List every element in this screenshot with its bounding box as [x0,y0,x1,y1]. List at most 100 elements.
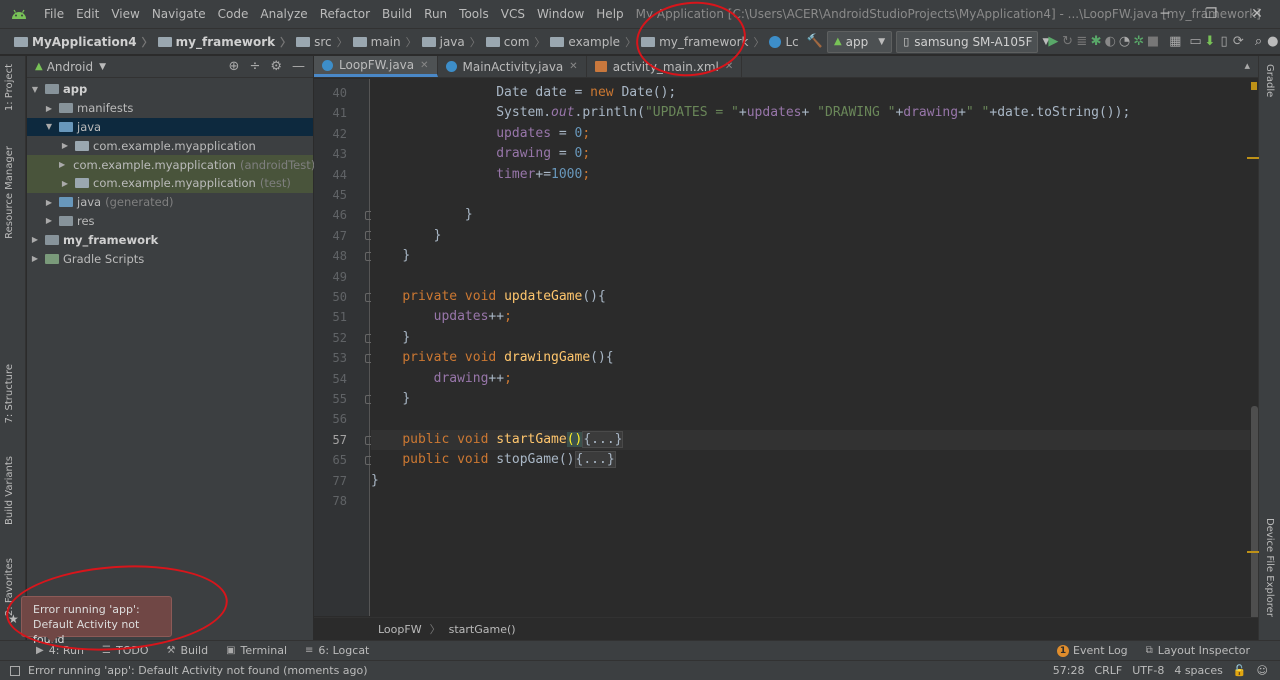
tree-node-java-generated[interactable]: ▶ java (generated) [27,193,313,212]
line-number: 56 [332,412,347,427]
menu-code[interactable]: Code [212,0,255,28]
tool-terminal-button[interactable]: ▣ Terminal [226,644,287,657]
menu-file[interactable]: File [38,0,70,28]
nav-crumb-java[interactable]: java 〉 [421,34,486,50]
stop-icon[interactable]: ■ [1146,31,1160,53]
terminal-window-icon[interactable]: ▭ [1188,31,1202,53]
run-configuration-dropdown[interactable]: ▲ app ▼ [826,30,893,53]
menu-navigate[interactable]: Navigate [146,0,212,28]
close-icon[interactable]: ✕ [569,61,577,72]
menu-view[interactable]: View [105,0,145,28]
caret-position[interactable]: 57:28 [1053,664,1085,677]
close-button[interactable]: ✕ [1234,0,1280,28]
tree-node-res[interactable]: ▶ res [27,212,313,231]
profile-icon[interactable]: ◔ [1117,31,1131,53]
layout-inspector-button[interactable]: ⧉ Layout Inspector [1146,644,1250,657]
project-view-selector[interactable]: Android [47,60,93,74]
tab-mainactivity-java[interactable]: MainActivity.java ✕ [438,56,587,77]
menu-refactor[interactable]: Refactor [314,0,376,28]
hide-icon[interactable]: — [292,59,305,74]
tree-node-package-androidtest[interactable]: ▶ com.example.myapplication (androidTest) [27,155,315,174]
tab-project[interactable]: 1: Project [4,64,15,111]
tool-window-bar-right: 1 Event Log ⧉ Layout Inspector [1039,644,1280,657]
tool-build-button[interactable]: ⚒ Build [166,644,208,657]
device-dropdown[interactable]: ▯ samsung SM-A105F ▼ [896,30,1049,53]
warning-status-icon[interactable] [1251,82,1257,90]
menu-edit[interactable]: Edit [70,0,105,28]
user-icon[interactable]: ● [1266,31,1280,53]
error-stripe-marker[interactable] [1247,157,1259,159]
project-structure-icon[interactable]: ▦ [1168,31,1182,53]
locate-icon[interactable]: ⊕ [229,59,240,74]
tab-structure[interactable]: 7: Structure [4,364,15,423]
file-encoding[interactable]: UTF-8 [1132,664,1164,677]
make-project-hammer-icon[interactable]: 🔨 [807,31,823,53]
tree-node-java[interactable]: ▼ java [27,117,313,137]
event-log-button[interactable]: 1 Event Log [1057,644,1128,657]
code-line: drawing++; [433,370,512,386]
nav-crumb-main[interactable]: main 〉 [352,34,422,50]
menu-window[interactable]: Window [531,0,590,28]
run-icon[interactable]: ▶ [1046,31,1060,53]
sdk-manager-icon[interactable]: ⬇ [1203,31,1217,53]
menu-vcs[interactable]: VCS [495,0,531,28]
nav-crumb-module[interactable]: my_framework 〉 [157,34,296,50]
close-icon[interactable]: ✕ [420,60,428,71]
code-line: } [402,329,411,345]
tree-node-manifests[interactable]: ▶ manifests [27,99,313,118]
sync-gradle-icon[interactable]: ⟳ [1231,31,1245,53]
tab-gradle[interactable]: Gradle [1264,64,1275,97]
inspector-icon[interactable]: ☺ [1257,664,1268,677]
main-menu: File Edit View Navigate Code Analyze Ref… [38,0,630,28]
tree-node-package-test[interactable]: ▶ com.example.myapplication (test) [27,173,313,193]
tree-node-app[interactable]: ▼ app [27,80,313,99]
nav-crumb-src[interactable]: src 〉 [296,34,353,50]
nav-crumb-com[interactable]: com 〉 [485,34,551,50]
menu-build[interactable]: Build [376,0,418,28]
apply-code-changes-icon[interactable]: ≣ [1075,31,1089,53]
attach-debugger-icon[interactable]: ✲ [1132,31,1146,53]
gear-icon[interactable]: ⚙ [270,59,282,74]
menu-analyze[interactable]: Analyze [254,0,313,28]
avd-manager-icon[interactable]: ▯ [1217,31,1231,53]
chevron-down-icon[interactable]: ▼ [99,62,106,72]
tab-device-file-explorer[interactable]: Device File Explorer [1264,518,1275,617]
search-icon[interactable]: ⌕ [1251,31,1265,53]
menu-help[interactable]: Help [590,0,629,28]
tab-loopfw-java[interactable]: LoopFW.java ✕ [314,56,438,77]
editor-scrollbar[interactable] [1250,79,1258,621]
line-separator[interactable]: CRLF [1094,664,1122,677]
breadcrumb-class[interactable]: LoopFW [378,623,422,636]
gradle-icon [45,253,59,264]
debug-icon[interactable]: ✱ [1089,31,1103,53]
minimize-button[interactable]: ─ [1142,0,1188,28]
android-config-icon: ▲ [833,36,842,47]
lock-icon[interactable]: 🔓 [1233,664,1247,677]
tree-node-gradle-scripts[interactable]: ▶ Gradle Scripts [27,249,313,268]
nav-crumb-class[interactable]: Lc [769,35,799,49]
collapse-all-icon[interactable]: ÷ [249,59,260,74]
tool-logcat-button[interactable]: ≡ 6: Logcat [305,644,369,657]
nav-crumb-example[interactable]: example 〉 [550,34,641,50]
toggle-tool-windows-icon[interactable] [10,665,20,676]
tab-build-variants[interactable]: Build Variants [4,456,15,525]
menu-run[interactable]: Run [418,0,453,28]
indent-setting[interactable]: 4 spaces [1174,664,1223,677]
status-message[interactable]: Error running 'app': Default Activity no… [10,664,368,677]
maximize-button[interactable]: ❐ [1188,0,1234,28]
apply-changes-icon[interactable]: ↻ [1060,31,1074,53]
coverage-icon[interactable]: ◐ [1103,31,1117,53]
breadcrumb-method[interactable]: startGame() [449,623,516,636]
menu-tools[interactable]: Tools [453,0,495,28]
line-number: 47 [332,228,347,243]
tree-node-my-framework[interactable]: ▶ my_framework [27,230,313,249]
scrollbar-thumb[interactable] [1251,406,1258,621]
class-icon [769,35,782,48]
tree-node-package-main[interactable]: ▶ com.example.myapplication [27,136,313,155]
error-stripe-marker[interactable] [1247,551,1259,553]
code-editor[interactable]: Date date = new Date(); System.out.print… [371,79,1250,616]
editor-gutter: 40 41 42 43 44 45 46 47 48 49 50 51 52 5… [314,79,374,616]
tab-list-icon[interactable]: ▴ [1244,59,1250,72]
nav-crumb-project[interactable]: MyApplication4 〉 [14,34,158,50]
tab-resource-manager[interactable]: Resource Manager [4,146,15,239]
